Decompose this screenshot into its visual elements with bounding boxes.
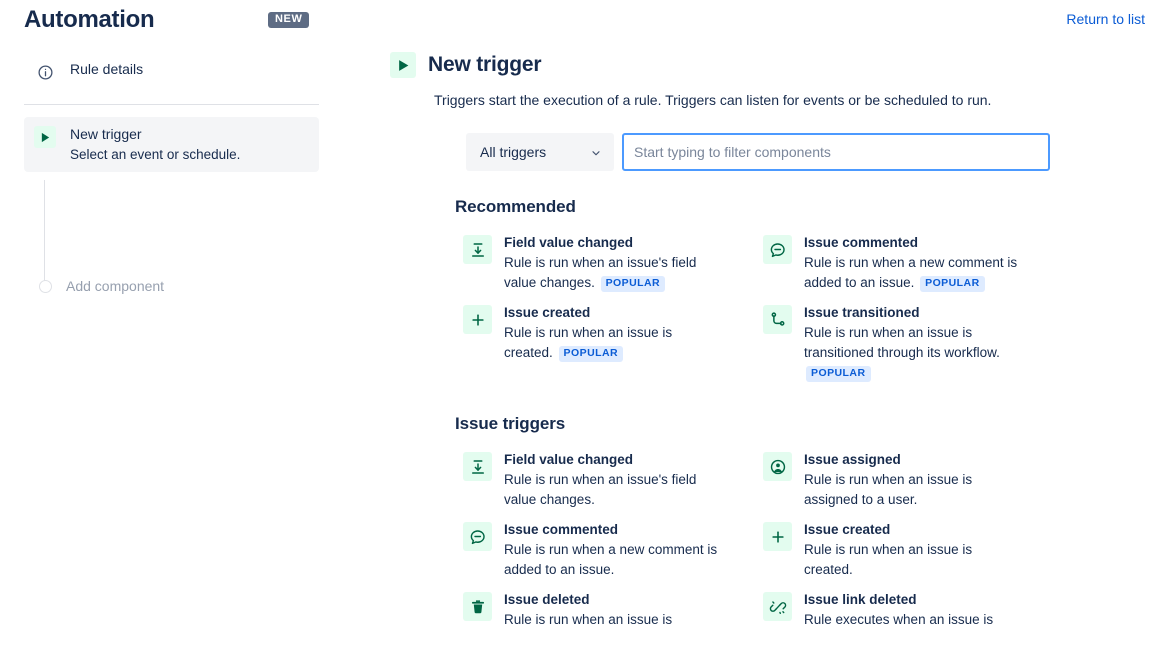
trigger-option[interactable]: Issue created Rule is run when an issue i… — [755, 515, 1027, 585]
trigger-option-title: Issue commented — [804, 235, 919, 250]
search-input[interactable] — [634, 144, 1038, 160]
trigger-option-title: Issue created — [804, 522, 891, 537]
filter-search-box[interactable] — [622, 133, 1050, 171]
popular-badge: POPULAR — [806, 366, 871, 382]
section-title: Issue triggers — [455, 414, 566, 433]
trigger-option[interactable]: Issue commented Rule is run when a new co… — [755, 228, 1027, 298]
trigger-option[interactable]: Field value changed Rule is run when an i… — [455, 228, 727, 298]
trigger-option-body: Issue created Rule is run when an issue i… — [504, 303, 723, 383]
play-icon — [390, 52, 416, 78]
trigger-sections: Recommended Field value changed Rule is ru… — [390, 197, 1050, 635]
trigger-option-title: Issue transitioned — [804, 305, 920, 320]
chevron-down-icon — [590, 146, 602, 158]
sidebar-item-new-trigger[interactable]: New trigger Select an event or schedule. — [24, 117, 319, 172]
main-header: New trigger — [390, 52, 1050, 78]
trigger-option[interactable]: Issue assigned Rule is run when an issue … — [755, 445, 1027, 515]
sidebar-item-label: Rule details — [70, 61, 144, 77]
select-value: All triggers — [480, 144, 547, 160]
trigger-option-description: Rule is run when an issue is — [504, 612, 673, 627]
trigger-option-description: Rule is run when a new comment is added … — [504, 542, 718, 577]
trigger-option-body: Issue deleted Rule is run when an issue i… — [504, 590, 672, 630]
add-component-label: Add component — [66, 278, 165, 294]
trigger-option-title: Issue link deleted — [804, 592, 917, 607]
new-badge: NEW — [268, 12, 310, 28]
section-title: Recommended — [455, 197, 576, 216]
trigger-option-body: Issue link deleted Rule executes when an … — [804, 590, 993, 630]
trigger-option[interactable]: Issue deleted Rule is run when an issue i… — [455, 585, 727, 635]
popular-badge: POPULAR — [600, 276, 666, 292]
sidebar-divider — [24, 104, 319, 105]
trigger-option-body: Issue assigned Rule is run when an issue … — [804, 450, 1023, 510]
trigger-grid: Field value changed Rule is run when an i… — [455, 228, 1050, 388]
automation-new-trigger-page: Automation NEW Return to list Rule detai… — [0, 0, 1161, 669]
sidebar-item-subtitle: Select an event or schedule. — [70, 147, 241, 162]
main-panel: New trigger Triggers start the execution… — [390, 52, 1050, 635]
sidebar-item-add-component[interactable]: Add component — [24, 272, 174, 300]
trigger-option-description: Rule is run when an issue is transitione… — [804, 323, 1023, 383]
top-header: Automation NEW Return to list — [0, 0, 1161, 44]
main-title: New trigger — [428, 53, 542, 76]
trash-icon — [463, 592, 492, 621]
branch-icon — [763, 305, 792, 334]
field-value-changed-icon — [463, 452, 492, 481]
trigger-option-title: Field value changed — [504, 235, 634, 250]
trigger-option-body: Field value changed Rule is run when an i… — [504, 233, 723, 293]
trigger-grid: Field value changed Rule is run when an i… — [455, 445, 1050, 635]
field-value-changed-icon — [463, 235, 492, 264]
trigger-option[interactable]: Issue commented Rule is run when a new co… — [455, 515, 727, 585]
circle-outline-icon — [39, 279, 52, 293]
comment-icon — [463, 522, 492, 551]
popular-badge: POPULAR — [920, 276, 985, 292]
trigger-section: Recommended Field value changed Rule is ru… — [455, 197, 1050, 388]
broken-link-icon — [763, 592, 792, 621]
trigger-option-description: Rule is run when a new comment is added … — [804, 255, 1018, 292]
trigger-option-title: Issue assigned — [804, 452, 901, 467]
trigger-option-body: Issue created Rule is run when an issue i… — [804, 520, 1023, 580]
sidebar-item-title: New trigger — [70, 126, 142, 142]
trigger-option-description: Rule is run when an issue's field value … — [504, 472, 697, 507]
trigger-option-description: Rule executes when an issue is — [804, 612, 994, 627]
trigger-option-title: Field value changed — [504, 452, 634, 467]
trigger-option-title: Issue created — [504, 305, 591, 320]
sidebar-connector-line — [44, 180, 45, 282]
play-icon — [34, 126, 56, 148]
popular-badge: POPULAR — [558, 346, 624, 362]
trigger-option-body: Field value changed Rule is run when an i… — [504, 450, 723, 510]
trigger-option-description: Rule is run when an issue's field value … — [504, 255, 697, 292]
trigger-option[interactable]: Issue created Rule is run when an issue i… — [455, 298, 727, 388]
plus-icon — [463, 305, 492, 334]
trigger-option-body: Issue transitioned Rule is run when an is… — [804, 303, 1023, 383]
rule-sidebar: Rule details New trigger Select an event… — [0, 52, 345, 669]
trigger-option-description: Rule is run when an issue is created. — [804, 542, 973, 577]
person-icon — [763, 452, 792, 481]
trigger-option-body: Issue commented Rule is run when a new co… — [804, 233, 1023, 293]
trigger-option[interactable]: Issue link deleted Rule executes when an … — [755, 585, 1027, 635]
trigger-section: Issue triggers Field value changed Rule is… — [455, 414, 1050, 635]
trigger-type-select[interactable]: All triggers — [466, 133, 614, 171]
trigger-option-title: Issue commented — [504, 522, 619, 537]
return-to-list-link[interactable]: Return to list — [1066, 11, 1145, 27]
trigger-option[interactable]: Field value changed Rule is run when an i… — [455, 445, 727, 515]
info-icon — [34, 61, 56, 83]
main-description: Triggers start the execution of a rule. … — [434, 92, 992, 108]
trigger-option-body: Issue commented Rule is run when a new co… — [504, 520, 723, 580]
plus-icon — [763, 522, 792, 551]
trigger-option-description: Rule is run when an issue is created. PO… — [504, 325, 673, 362]
comment-icon — [763, 235, 792, 264]
filter-row: All triggers — [466, 133, 1050, 171]
trigger-option-title: Issue deleted — [504, 592, 590, 607]
trigger-option[interactable]: Issue transitioned Rule is run when an is… — [755, 298, 1027, 388]
trigger-option-description: Rule is run when an issue is assigned to… — [804, 472, 973, 507]
page-title: Automation — [24, 6, 155, 33]
sidebar-item-rule-details[interactable]: Rule details — [24, 52, 319, 91]
